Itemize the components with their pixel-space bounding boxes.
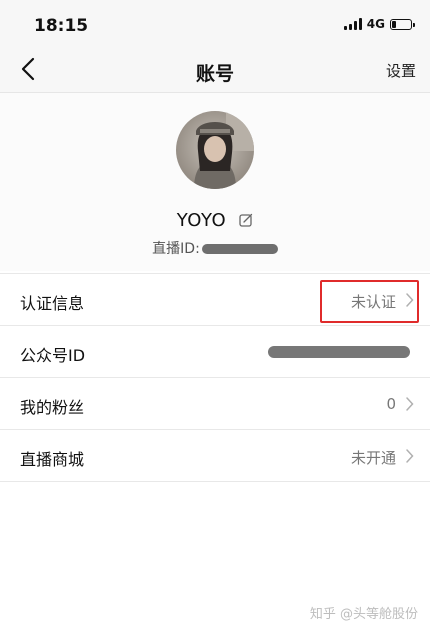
live-id-redacted [201, 244, 278, 254]
status-indicators: 4G [343, 17, 415, 31]
nav-bar: 账号 设置 [0, 48, 430, 93]
live-id-row: 直播ID: [0, 238, 430, 258]
chevron-right-icon [406, 449, 414, 463]
row-label: 认证信息 [20, 294, 85, 313]
row-value: 0 [386, 395, 396, 413]
official-id-redacted [268, 346, 410, 358]
page-title: 账号 [195, 63, 234, 85]
battery-icon [390, 18, 415, 30]
chevron-right-icon [406, 397, 414, 411]
row-value: 未认证 [350, 293, 396, 311]
status-bar: 18:15 4G [0, 0, 430, 48]
profile-name: YOYO [176, 210, 227, 231]
chevron-right-icon [406, 293, 414, 307]
settings-button[interactable]: 设置 [386, 60, 416, 81]
edit-icon[interactable] [239, 212, 253, 227]
row-fans[interactable]: 我的粉丝 0 [0, 378, 430, 430]
row-label: 公众号ID [20, 346, 86, 365]
user-avatar-photo [176, 111, 254, 189]
row-verification[interactable]: 认证信息 未认证 [0, 274, 430, 326]
live-id-label: 直播ID: [152, 241, 200, 257]
row-value: 未开通 [350, 449, 396, 467]
status-time: 18:15 [34, 16, 89, 36]
profile-header: YOYO 直播ID: [0, 93, 430, 271]
network-type: 4G [366, 17, 385, 31]
row-label: 我的粉丝 [20, 398, 85, 417]
row-label: 直播商城 [20, 450, 85, 469]
signal-icon [343, 18, 362, 30]
avatar[interactable] [176, 111, 254, 189]
row-live-mall[interactable]: 直播商城 未开通 [0, 430, 430, 482]
watermark: 知乎 @头等舱股份 [309, 607, 418, 622]
name-row: YOYO [0, 210, 430, 232]
account-list: 认证信息 未认证 公众号ID 我的粉丝 0 直播商城 未开通 [0, 273, 430, 482]
battery-level [392, 20, 396, 28]
row-official-account-id[interactable]: 公众号ID [0, 326, 430, 378]
